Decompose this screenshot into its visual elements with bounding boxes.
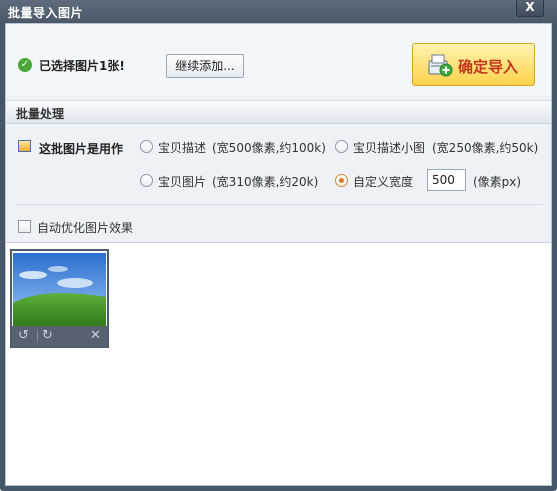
- radio-desc[interactable]: [140, 140, 153, 153]
- toolbar-separator: [37, 330, 38, 342]
- auto-optimize-label: 自动优化图片效果: [37, 221, 134, 235]
- dialog-title: 批量导入图片: [8, 6, 84, 20]
- title-bar: 批量导入图片 X: [0, 0, 557, 23]
- thumbnail-toolbar: ↺ ↻ ✕: [12, 326, 107, 346]
- rotate-right-icon[interactable]: ↻: [42, 328, 53, 344]
- import-dialog: 批量导入图片 X ✓ 已选择图片1张! 继续添加... 确定导入 批量处理 这批…: [0, 0, 557, 491]
- preview-area: ↺ ↻ ✕: [6, 242, 551, 485]
- custom-width-unit: (像素px): [473, 175, 522, 189]
- close-button[interactable]: X: [516, 0, 544, 17]
- image-thumbnail[interactable]: ↺ ↻ ✕: [10, 249, 109, 348]
- delete-icon[interactable]: ✕: [90, 328, 101, 344]
- top-area: ✓ 已选择图片1张! 继续添加... 确定导入: [6, 24, 551, 96]
- radio-desc-note: (宽500像素,约100k): [212, 141, 326, 155]
- rotate-left-icon[interactable]: ↺: [18, 328, 29, 344]
- auto-optimize-checkbox[interactable]: [18, 220, 31, 233]
- usage-icon: [18, 140, 31, 152]
- custom-width-input[interactable]: [427, 169, 466, 191]
- divider: [16, 204, 543, 205]
- import-icon: [428, 54, 453, 77]
- dialog-content: ✓ 已选择图片1张! 继续添加... 确定导入 批量处理 这批图片是用作 宝贝描…: [5, 23, 552, 486]
- continue-add-button[interactable]: 继续添加...: [166, 54, 244, 78]
- batch-section-title: 批量处理: [16, 107, 65, 121]
- check-icon: ✓: [18, 58, 32, 72]
- usage-label: 这批图片是用作: [39, 142, 124, 156]
- landscape-image: [13, 253, 106, 326]
- radio-custom-width-label: 自定义宽度: [353, 175, 414, 189]
- radio-desc-label: 宝贝描述: [158, 141, 207, 155]
- batch-section-header: 批量处理: [6, 100, 551, 124]
- radio-item-image[interactable]: [140, 174, 153, 187]
- confirm-import-label: 确定导入: [458, 58, 519, 76]
- radio-item-image-label: 宝贝图片: [158, 175, 207, 189]
- radio-desc-small-label: 宝贝描述小图: [353, 141, 426, 155]
- confirm-import-button[interactable]: 确定导入: [412, 43, 535, 86]
- radio-item-image-note: (宽310像素,约20k): [212, 175, 319, 189]
- radio-desc-small[interactable]: [335, 140, 348, 153]
- selected-count-text: 已选择图片1张!: [39, 59, 125, 73]
- radio-desc-small-note: (宽250像素,约50k): [432, 141, 539, 155]
- radio-custom-width[interactable]: [335, 174, 348, 187]
